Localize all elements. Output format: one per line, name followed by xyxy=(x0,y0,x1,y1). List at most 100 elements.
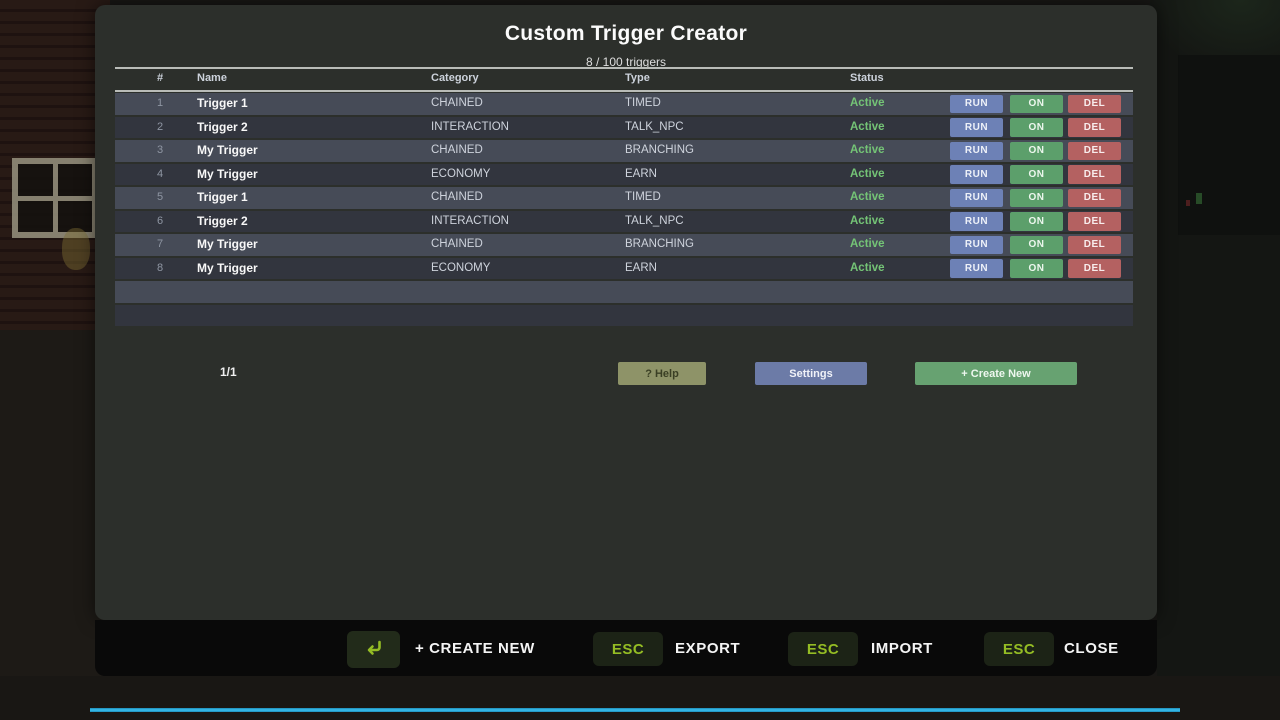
row-category: CHAINED xyxy=(431,93,483,115)
row-number: 3 xyxy=(135,140,185,162)
on-button[interactable]: ON xyxy=(1010,236,1063,255)
run-button[interactable]: RUN xyxy=(950,212,1003,231)
header-type: Type xyxy=(625,72,650,84)
table-row[interactable]: 8 My Trigger ECONOMY EARN Active RUN ON … xyxy=(115,258,1133,280)
row-number: 7 xyxy=(135,234,185,256)
del-button[interactable]: DEL xyxy=(1068,212,1121,231)
header-category: Category xyxy=(431,72,479,84)
row-category: CHAINED xyxy=(431,140,483,162)
row-name: My Trigger xyxy=(197,140,258,162)
esc-key-export[interactable]: ESC xyxy=(593,632,663,666)
on-button[interactable]: ON xyxy=(1010,189,1063,208)
enter-key-button[interactable] xyxy=(347,631,400,668)
settings-button[interactable]: Settings xyxy=(755,362,867,385)
row-status: Active xyxy=(850,187,885,209)
tree-detail xyxy=(1196,193,1202,204)
del-button[interactable]: DEL xyxy=(1068,189,1121,208)
barn-object xyxy=(62,228,90,270)
run-button[interactable]: RUN xyxy=(950,95,1003,114)
table-row[interactable]: 6 Trigger 2 INTERACTION TALK_NPC Active … xyxy=(115,211,1133,233)
on-button[interactable]: ON xyxy=(1010,165,1063,184)
custom-trigger-creator-dialog: Custom Trigger Creator 8 / 100 triggers … xyxy=(95,5,1157,620)
table-row[interactable]: 4 My Trigger ECONOMY EARN Active RUN ON … xyxy=(115,164,1133,186)
row-name: Trigger 2 xyxy=(197,211,248,233)
del-button[interactable]: DEL xyxy=(1068,95,1121,114)
row-category: CHAINED xyxy=(431,234,483,256)
del-button[interactable]: DEL xyxy=(1068,259,1121,278)
ground xyxy=(0,330,110,720)
row-category: ECONOMY xyxy=(431,164,490,186)
create-new-keybind-label[interactable]: + CREATE NEW xyxy=(415,620,535,676)
on-button[interactable]: ON xyxy=(1010,212,1063,231)
row-number: 1 xyxy=(135,93,185,115)
row-number: 8 xyxy=(135,258,185,280)
row-status: Active xyxy=(850,93,885,115)
help-button[interactable]: ? Help xyxy=(618,362,706,385)
table-row-empty xyxy=(115,305,1133,327)
row-number: 2 xyxy=(135,117,185,139)
del-button[interactable]: DEL xyxy=(1068,142,1121,161)
row-name: Trigger 1 xyxy=(197,93,248,115)
run-button[interactable]: RUN xyxy=(950,142,1003,161)
barn-window xyxy=(12,158,98,238)
row-name: My Trigger xyxy=(197,234,258,256)
row-type: BRANCHING xyxy=(625,140,694,162)
row-category: INTERACTION xyxy=(431,117,509,139)
divider xyxy=(115,90,1133,92)
row-type: TALK_NPC xyxy=(625,211,684,233)
screen: Custom Trigger Creator 8 / 100 triggers … xyxy=(0,0,1280,720)
row-name: My Trigger xyxy=(197,164,258,186)
esc-key-close[interactable]: ESC xyxy=(984,632,1054,666)
run-button[interactable]: RUN xyxy=(950,259,1003,278)
scene-detail xyxy=(1186,200,1190,206)
run-button[interactable]: RUN xyxy=(950,189,1003,208)
run-button[interactable]: RUN xyxy=(950,118,1003,137)
row-category: CHAINED xyxy=(431,187,483,209)
del-button[interactable]: DEL xyxy=(1068,165,1121,184)
table-row[interactable]: 7 My Trigger CHAINED BRANCHING Active RU… xyxy=(115,234,1133,256)
row-name: Trigger 2 xyxy=(197,117,248,139)
window-frame-horizontal xyxy=(18,196,92,201)
row-type: TALK_NPC xyxy=(625,117,684,139)
table-row[interactable]: 1 Trigger 1 CHAINED TIMED Active RUN ON … xyxy=(115,93,1133,115)
enter-icon xyxy=(362,636,386,663)
table-row[interactable]: 2 Trigger 2 INTERACTION TALK_NPC Active … xyxy=(115,117,1133,139)
ground-bottom xyxy=(0,676,1280,720)
on-button[interactable]: ON xyxy=(1010,95,1063,114)
row-type: TIMED xyxy=(625,187,661,209)
run-button[interactable]: RUN xyxy=(950,165,1003,184)
on-button[interactable]: ON xyxy=(1010,259,1063,278)
import-label[interactable]: IMPORT xyxy=(871,620,933,676)
row-status: Active xyxy=(850,164,885,186)
trigger-table: 1 Trigger 1 CHAINED TIMED Active RUN ON … xyxy=(115,93,1133,328)
row-category: INTERACTION xyxy=(431,211,509,233)
progress-line xyxy=(90,708,1180,712)
row-category: ECONOMY xyxy=(431,258,490,280)
header-status: Status xyxy=(850,72,884,84)
table-row[interactable]: 3 My Trigger CHAINED BRANCHING Active RU… xyxy=(115,140,1133,162)
esc-key-import[interactable]: ESC xyxy=(788,632,858,666)
row-number: 5 xyxy=(135,187,185,209)
row-status: Active xyxy=(850,234,885,256)
row-status: Active xyxy=(850,117,885,139)
row-type: EARN xyxy=(625,164,657,186)
table-header: # Name Category Type Status xyxy=(115,69,1133,90)
row-status: Active xyxy=(850,140,885,162)
export-label[interactable]: EXPORT xyxy=(675,620,740,676)
del-button[interactable]: DEL xyxy=(1068,118,1121,137)
create-new-button[interactable]: + Create New xyxy=(915,362,1077,385)
del-button[interactable]: DEL xyxy=(1068,236,1121,255)
building-silhouette xyxy=(1178,55,1280,235)
run-button[interactable]: RUN xyxy=(950,236,1003,255)
header-number: # xyxy=(135,72,185,84)
row-type: EARN xyxy=(625,258,657,280)
row-number: 4 xyxy=(135,164,185,186)
row-type: TIMED xyxy=(625,93,661,115)
row-name: My Trigger xyxy=(197,258,258,280)
on-button[interactable]: ON xyxy=(1010,118,1063,137)
row-name: Trigger 1 xyxy=(197,187,248,209)
table-row[interactable]: 5 Trigger 1 CHAINED TIMED Active RUN ON … xyxy=(115,187,1133,209)
page-indicator: 1/1 xyxy=(220,365,300,379)
close-label[interactable]: CLOSE xyxy=(1064,620,1119,676)
on-button[interactable]: ON xyxy=(1010,142,1063,161)
